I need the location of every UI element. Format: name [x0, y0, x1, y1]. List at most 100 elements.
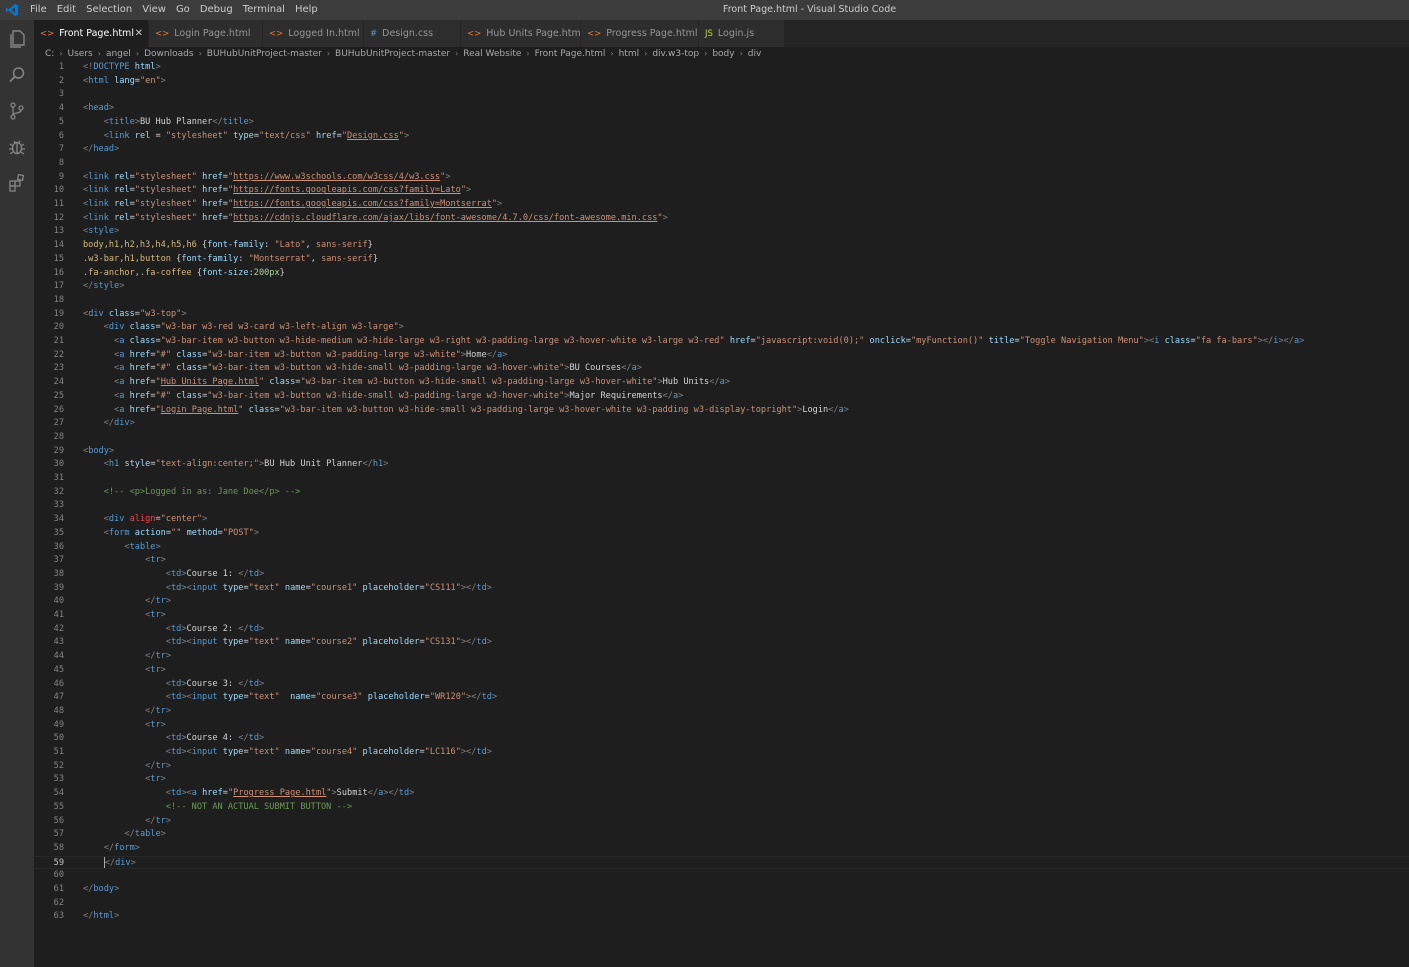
- line-number: 26: [53, 404, 64, 415]
- close-icon[interactable]: ✕: [135, 20, 143, 47]
- code-line[interactable]: 22 <a href="#" class="w3-bar-item w3-but…: [34, 349, 1409, 363]
- tab-login-page-html[interactable]: <> Login Page.html: [149, 20, 263, 47]
- breadcrumb-item[interactable]: Users: [68, 49, 93, 59]
- code-line[interactable]: 24 <a href="Hub Units Page.html" class="…: [34, 376, 1409, 390]
- breadcrumb-item[interactable]: BUHubUnitProject-master: [335, 49, 450, 59]
- code-line[interactable]: 61 </body>: [34, 883, 1409, 897]
- line-number: 31: [53, 473, 64, 483]
- code-line[interactable]: 44 </tr>: [34, 650, 1409, 664]
- code-line[interactable]: 54 <td><a href="Progress Page.html">Subm…: [34, 787, 1409, 801]
- debug-icon[interactable]: [5, 135, 29, 159]
- line-number: 17: [53, 281, 64, 292]
- code-line[interactable]: 10 <link rel="stylesheet" href="https://f…: [34, 184, 1409, 198]
- breadcrumb-item[interactable]: div: [748, 49, 762, 59]
- code-line[interactable]: 18: [34, 294, 1409, 308]
- breadcrumb-item[interactable]: BUHubUnitProject-master: [207, 49, 322, 59]
- code-line[interactable]: 4 <head>: [34, 102, 1409, 116]
- code-line[interactable]: 35 <form action="" method="POST">: [34, 527, 1409, 541]
- code-line[interactable]: 52 </tr>: [34, 760, 1409, 774]
- code-line[interactable]: 28: [34, 431, 1409, 445]
- code-line[interactable]: 55 <!-- NOT AN ACTUAL SUBMIT BUTTON -->: [34, 801, 1409, 815]
- code-line[interactable]: 48 </tr>: [34, 705, 1409, 719]
- breadcrumb-item[interactable]: C:: [45, 49, 54, 59]
- code-line[interactable]: 19 <div class="w3-top">: [34, 308, 1409, 322]
- code-line[interactable]: 30 <h1 style="text-align:center;">BU Hub…: [34, 458, 1409, 472]
- code-line[interactable]: 17 </style>: [34, 280, 1409, 294]
- code-text: <a href="Hub Units Page.html" class="w3-…: [114, 377, 730, 388]
- code-line[interactable]: 41 <tr>: [34, 609, 1409, 623]
- file-type-icon: <>: [40, 29, 55, 39]
- code-line[interactable]: 26 <a href="Login Page.html" class="w3-b…: [34, 404, 1409, 418]
- breadcrumb-item[interactable]: angel: [106, 49, 131, 59]
- code-line[interactable]: 25 <a href="#" class="w3-bar-item w3-but…: [34, 390, 1409, 404]
- code-line[interactable]: 63 </html>: [34, 910, 1409, 924]
- source-control-icon[interactable]: [5, 99, 29, 123]
- code-line[interactable]: 34 <div align="center">: [34, 513, 1409, 527]
- code-line[interactable]: 46 <td>Course 3: </td>: [34, 678, 1409, 692]
- code-text: </head>: [83, 144, 120, 155]
- breadcrumb-item[interactable]: div.w3-top: [652, 49, 699, 59]
- code-text: .w3-bar,h1,button {font-family: "Montser…: [83, 253, 378, 264]
- code-line[interactable]: 1 <!DOCTYPE html>: [34, 61, 1409, 75]
- tab-hub-units-page-html[interactable]: <> Hub Units Page.html: [461, 20, 583, 47]
- code-line[interactable]: 47 <td><input type="text" name="course3"…: [34, 691, 1409, 705]
- code-line[interactable]: 56 </tr>: [34, 815, 1409, 829]
- code-line[interactable]: 14 body,h1,h2,h3,h4,h5,h6 {font-family: "…: [34, 239, 1409, 253]
- code-line[interactable]: 11 <link rel="stylesheet" href="https://f…: [34, 198, 1409, 212]
- tab-login-js[interactable]: JS Login.js: [699, 20, 785, 47]
- code-line[interactable]: 3: [34, 88, 1409, 102]
- code-line[interactable]: 38 <td>Course 1: </td>: [34, 568, 1409, 582]
- code-editor[interactable]: 1 <!DOCTYPE html> 2 <html lang="en"> 3 4 <head…: [34, 61, 1409, 967]
- code-line[interactable]: 20 <div class="w3-bar w3-red w3-card w3-…: [34, 321, 1409, 335]
- code-line[interactable]: 7 </head>: [34, 143, 1409, 157]
- code-line[interactable]: 57 </table>: [34, 828, 1409, 842]
- code-text: <style>: [83, 226, 120, 237]
- code-line[interactable]: 49 <tr>: [34, 719, 1409, 733]
- code-line[interactable]: 16 .fa-anchor,.fa-coffee {font-size:200px…: [34, 267, 1409, 281]
- code-line[interactable]: 60: [34, 869, 1409, 883]
- breadcrumb-item[interactable]: body: [712, 49, 734, 59]
- code-line[interactable]: 39 <td><input type="text" name="course1"…: [34, 582, 1409, 596]
- search-icon[interactable]: [5, 63, 29, 87]
- code-line[interactable]: 12 <link rel="stylesheet" href="https://c…: [34, 212, 1409, 226]
- extensions-icon[interactable]: [5, 171, 29, 195]
- code-line[interactable]: 37 <tr>: [34, 554, 1409, 568]
- code-line[interactable]: 53 <tr>: [34, 773, 1409, 787]
- code-line[interactable]: 43 <td><input type="text" name="course2"…: [34, 636, 1409, 650]
- line-number: 20: [53, 322, 64, 333]
- code-line[interactable]: 58 </form>: [34, 842, 1409, 856]
- code-line[interactable]: 33: [34, 499, 1409, 513]
- code-text: <td>Course 3: </td>: [165, 678, 265, 689]
- code-line[interactable]: 31: [34, 472, 1409, 486]
- code-line[interactable]: 42 <td>Course 2: </td>: [34, 623, 1409, 637]
- code-line[interactable]: 23 <a href="#" class="w3-bar-item w3-but…: [34, 362, 1409, 376]
- code-line[interactable]: 62: [34, 897, 1409, 911]
- breadcrumb-item[interactable]: Downloads: [144, 49, 193, 59]
- code-line[interactable]: 6 <link rel = "stylesheet" type="text/cs…: [34, 130, 1409, 144]
- code-line[interactable]: 29 <body>: [34, 445, 1409, 459]
- code-line[interactable]: 27 </div>: [34, 417, 1409, 431]
- explorer-icon[interactable]: [5, 27, 29, 51]
- breadcrumb-item[interactable]: Real Website: [463, 49, 521, 59]
- tab-design-css[interactable]: # Design.css: [364, 20, 461, 47]
- code-line[interactable]: 45 <tr>: [34, 664, 1409, 678]
- tab-progress-page-html[interactable]: <> Progress Page.html: [581, 20, 699, 47]
- code-line[interactable]: 2 <html lang="en">: [34, 75, 1409, 89]
- code-line[interactable]: 8: [34, 157, 1409, 171]
- code-line[interactable]: 21 <a class="w3-bar-item w3-button w3-hi…: [34, 335, 1409, 349]
- breadcrumb-item[interactable]: Front Page.html: [535, 49, 606, 59]
- tab-label: Design.css: [382, 28, 434, 39]
- code-line[interactable]: 5 <title>BU Hub Planner</title>: [34, 116, 1409, 130]
- tab-logged-in-html[interactable]: <> Logged In.html: [263, 20, 364, 47]
- code-line[interactable]: 59 </div>: [34, 855, 1409, 870]
- breadcrumb-item[interactable]: html: [619, 49, 640, 59]
- code-line[interactable]: 50 <td>Course 4: </td>: [34, 732, 1409, 746]
- code-line[interactable]: 13 <style>: [34, 225, 1409, 239]
- code-line[interactable]: 32 <!-- <p>Logged in as: Jane Doe</p> --…: [34, 486, 1409, 500]
- code-line[interactable]: 9 <link rel="stylesheet" href="https://ww…: [34, 171, 1409, 185]
- code-line[interactable]: 15 .w3-bar,h1,button {font-family: "Monts…: [34, 253, 1409, 267]
- code-line[interactable]: 51 <td><input type="text" name="course4"…: [34, 746, 1409, 760]
- tab-front-page-html[interactable]: <> Front Page.html ✕: [34, 20, 149, 47]
- code-line[interactable]: 36 <table>: [34, 541, 1409, 555]
- code-line[interactable]: 40 </tr>: [34, 595, 1409, 609]
